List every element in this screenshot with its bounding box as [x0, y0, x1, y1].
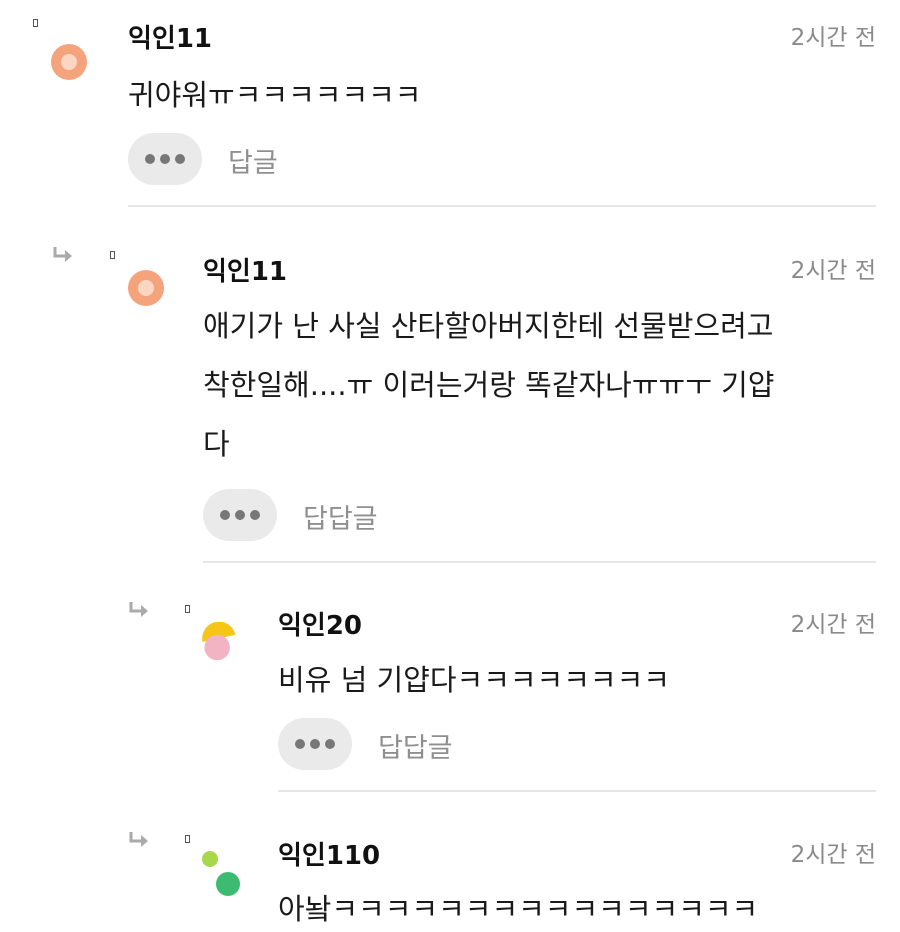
dot-icon: [145, 154, 155, 164]
small-marker-icon: [185, 605, 190, 613]
reply-arrow-icon: [129, 832, 148, 847]
dot-icon: [295, 739, 305, 749]
small-marker-icon: [185, 835, 190, 843]
nickname[interactable]: 익인11: [203, 251, 287, 288]
more-options-button[interactable]: [278, 718, 352, 770]
reply-button[interactable]: 답글: [228, 141, 278, 180]
comment-text: 비유 넘 기얍다ㅋㅋㅋㅋㅋㅋㅋㅋ: [278, 663, 670, 697]
divider: [128, 205, 876, 207]
green-dots-avatar-icon[interactable]: [199, 848, 245, 898]
timestamp: 2시간 전: [790, 612, 876, 638]
reply-arrow-icon: [129, 602, 148, 617]
dot-icon: [175, 154, 185, 164]
dot-icon: [310, 739, 320, 749]
reply-button[interactable]: 답답글: [378, 726, 453, 765]
reply-arrow-icon: [53, 247, 72, 262]
yellow-pink-avatar-icon[interactable]: [199, 622, 239, 662]
comment-text: 귀야워ㅠㅋㅋㅋㅋㅋㅋㅋ: [128, 78, 422, 112]
timestamp: 2시간 전: [790, 258, 876, 284]
comment-thread: 익인11 2시간 전 귀야워ㅠㅋㅋㅋㅋㅋㅋㅋ 답글 익인11 2시간 전 애기가…: [0, 0, 900, 932]
divider: [278, 790, 876, 792]
dot-icon: [160, 154, 170, 164]
dot-icon: [325, 739, 335, 749]
orange-circle-avatar-icon[interactable]: [49, 42, 89, 82]
dot-icon: [235, 510, 245, 520]
small-marker-icon: [110, 251, 115, 259]
more-options-button[interactable]: [203, 489, 277, 541]
dot-icon: [250, 510, 260, 520]
nickname[interactable]: 익인20: [278, 605, 362, 642]
divider: [203, 561, 876, 563]
nickname[interactable]: 익인11: [128, 18, 212, 55]
more-options-button[interactable]: [128, 133, 202, 185]
small-marker-icon: [33, 19, 38, 27]
timestamp: 2시간 전: [790, 25, 876, 51]
nickname[interactable]: 익인110: [278, 835, 380, 872]
comment-text: 애기가 난 사실 산타할아버지한테 선물받으려고 착한일해....ㅠ 이러는거랑…: [203, 309, 775, 461]
timestamp: 2시간 전: [790, 842, 876, 868]
dot-icon: [220, 510, 230, 520]
reply-button[interactable]: 답답글: [303, 497, 378, 536]
orange-circle-avatar-icon[interactable]: [126, 268, 166, 308]
comment-text: 아놬ㅋㅋㅋㅋㅋㅋㅋㅋㅋㅋㅋㅋㅋㅋㅋㅋ: [278, 892, 759, 926]
